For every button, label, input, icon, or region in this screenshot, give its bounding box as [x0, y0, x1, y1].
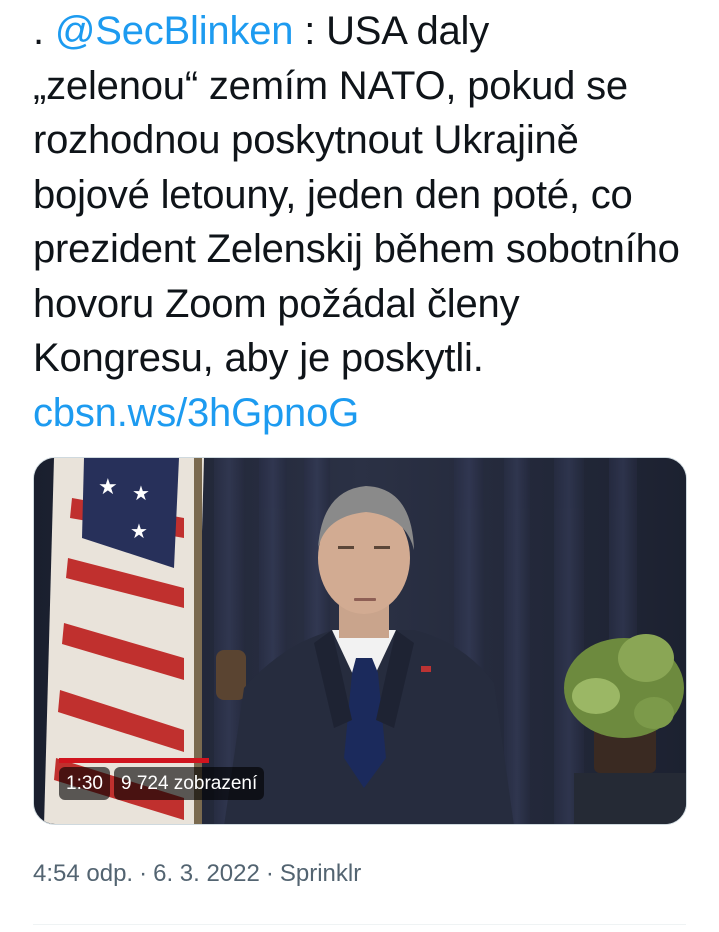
tweet-timestamp[interactable]: 4:54 odp. · 6. 3. 2022: [33, 860, 260, 887]
video-player[interactable]: ★ ★ ★ 1:30 9 724 zobrazení: [33, 457, 687, 825]
svg-text:★: ★: [130, 519, 148, 543]
tweet-time: 4:54 odp.: [33, 860, 134, 887]
tweet-lead: .: [33, 9, 55, 53]
meta-separator: ·: [139, 860, 148, 887]
video-duration-badge: 1:30: [59, 767, 110, 800]
tweet-meta: 4:54 odp. · 6. 3. 2022 · Sprinklr: [33, 860, 361, 888]
tweet-date: 6. 3. 2022: [153, 860, 260, 887]
tweet-source[interactable]: Sprinklr: [280, 860, 361, 887]
svg-text:★: ★: [98, 475, 118, 500]
video-badges: 1:30 9 724 zobrazení: [59, 767, 265, 800]
tweet-text: . @SecBlinken : USA daly „zelenou“ zemím …: [33, 4, 693, 440]
video-views-badge: 9 724 zobrazení: [113, 767, 265, 800]
url-link[interactable]: cbsn.ws/3hGpnoG: [33, 391, 359, 435]
meta-separator: ·: [265, 860, 274, 887]
tweet-body-line1: : USA daly: [293, 9, 490, 53]
svg-text:★: ★: [132, 481, 150, 505]
divider: [33, 924, 686, 925]
tweet-body: „zelenou“ zemím NATO, pokud se rozhodnou…: [33, 63, 680, 381]
mention-link[interactable]: @SecBlinken: [55, 9, 294, 53]
